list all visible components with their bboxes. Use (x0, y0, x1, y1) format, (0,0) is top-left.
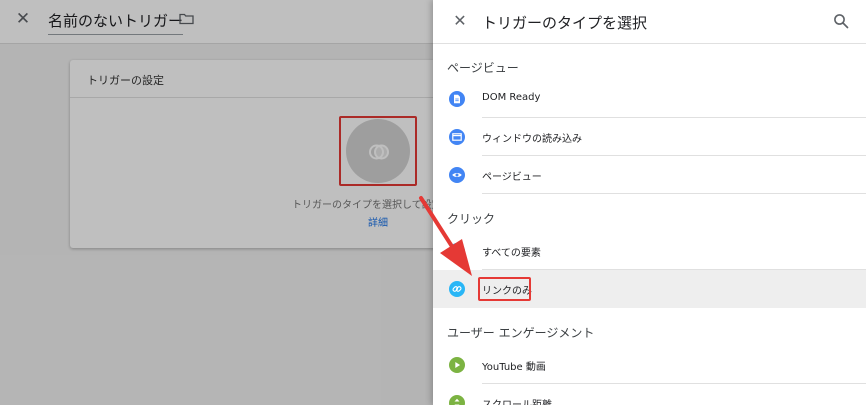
divider (482, 193, 866, 194)
trigger-type-label: ウィンドウの読み込み (482, 134, 582, 145)
trigger-type-label: スクロール距離 (482, 396, 552, 405)
trigger-type-label: すべての要素 (482, 248, 541, 259)
eye-icon (449, 167, 465, 183)
panel-header: ✕ トリガーのタイプを選択 (433, 0, 866, 44)
trigger-type-dom-ready[interactable]: DOM Ready (433, 80, 866, 118)
play-icon (449, 357, 465, 373)
scroll-icon (449, 395, 465, 405)
trigger-type-page-view[interactable]: ページビュー (433, 156, 866, 194)
trigger-type-youtube-video[interactable]: YouTube 動画 (433, 346, 866, 384)
trigger-type-window-loaded[interactable]: ウィンドウの読み込み (433, 118, 866, 156)
section-header-click: クリック (447, 212, 496, 226)
cursor-icon (449, 243, 465, 259)
search-icon[interactable] (833, 13, 849, 29)
trigger-type-label: DOM Ready (482, 92, 541, 103)
window-icon (449, 129, 465, 145)
highlight-box (478, 277, 531, 301)
close-icon[interactable]: ✕ (449, 10, 471, 32)
trigger-type-label: YouTube 動画 (482, 362, 546, 373)
link-icon (449, 281, 465, 297)
section-header-user-engagement: ユーザー エンゲージメント (447, 326, 595, 340)
trigger-type-all-elements[interactable]: すべての要素 (433, 232, 866, 270)
section-header-pageview: ページビュー (447, 61, 519, 75)
document-icon (449, 91, 465, 107)
panel-title: トリガーのタイプを選択 (482, 14, 648, 32)
trigger-type-panel: ✕ トリガーのタイプを選択 ページビュー DOM Ready ウィンドウの読み込… (433, 0, 866, 405)
trigger-type-scroll-depth[interactable]: スクロール距離 (433, 384, 866, 405)
trigger-type-label: ページビュー (482, 172, 542, 183)
